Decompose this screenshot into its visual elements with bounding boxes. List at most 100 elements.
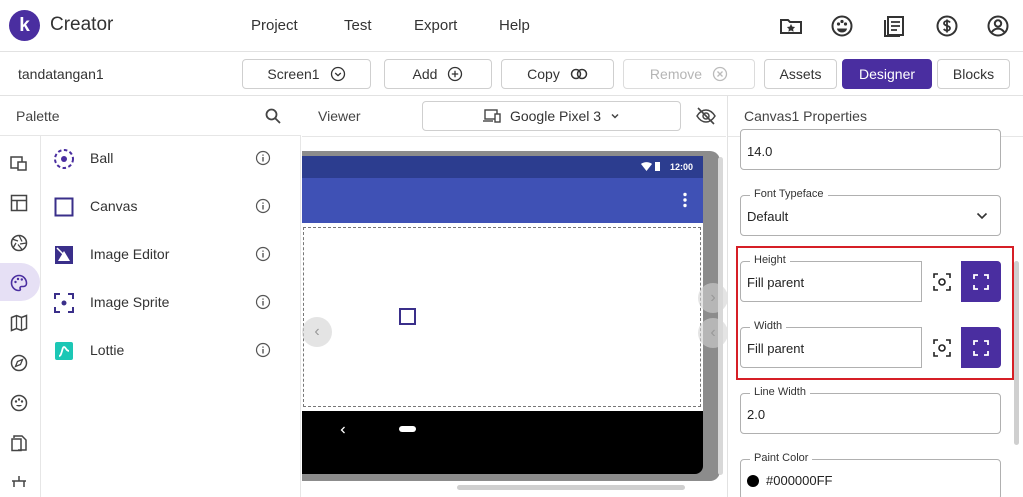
info-icon[interactable]: [255, 150, 271, 166]
width-label: Width: [750, 320, 787, 332]
paint-color-field[interactable]: Paint Color #000000FF: [740, 452, 1001, 497]
canvas-component[interactable]: [303, 227, 701, 407]
properties-body: 14.0 Font Typeface Default Height Fill p…: [728, 129, 1023, 497]
image-editor-icon: [53, 244, 75, 266]
fill-parent-icon: [972, 273, 990, 291]
scroll-left-inner-button[interactable]: ‹: [698, 318, 728, 348]
dollar-icon[interactable]: [934, 13, 960, 39]
fit-content-icon: [932, 338, 951, 357]
project-name: tandatangan1: [18, 66, 104, 82]
chevron-down-icon: [330, 66, 346, 82]
height-value: Fill parent: [747, 275, 805, 290]
app-name: Creator: [50, 14, 114, 35]
line-width-field[interactable]: Line Width 2.0: [740, 386, 1001, 434]
viewer-vertical-scrollbar[interactable]: [718, 157, 723, 475]
viewer-title: Viewer: [318, 108, 361, 124]
width-field[interactable]: Width Fill parent: [740, 320, 1001, 368]
screen-select[interactable]: Screen1: [242, 59, 371, 89]
palette-item-canvas[interactable]: Canvas: [41, 184, 300, 232]
palette-item-ball[interactable]: Ball: [41, 136, 300, 184]
gallery-icon[interactable]: [829, 13, 855, 39]
sensors-icon[interactable]: [9, 353, 29, 373]
copy-icon: [570, 66, 588, 82]
scroll-right-button[interactable]: ›: [698, 283, 728, 313]
designer-button[interactable]: Designer: [842, 59, 932, 89]
device-select[interactable]: Google Pixel 3: [422, 101, 681, 131]
chevron-left-icon: ‹: [314, 323, 320, 340]
wifi-battery-icon: [640, 161, 662, 172]
font-typeface-select[interactable]: Font Typeface Default: [740, 188, 1001, 236]
project-toolbar: tandatangan1 Screen1 Add Copy Remove Ass…: [0, 52, 1023, 96]
nav-back-icon: [339, 425, 347, 435]
info-icon[interactable]: [255, 246, 271, 262]
height-field[interactable]: Height Fill parent: [740, 254, 1001, 302]
font-size-field[interactable]: 14.0: [740, 129, 1001, 170]
copy-screen-button[interactable]: Copy: [501, 59, 614, 89]
chevron-down-icon: [609, 110, 621, 122]
overflow-menu-icon: [683, 192, 687, 208]
paint-color-swatch: [747, 475, 759, 487]
chevron-right-icon: ›: [710, 289, 716, 306]
assets-button[interactable]: Assets: [764, 59, 837, 89]
connectivity-icon[interactable]: [9, 473, 29, 493]
menu-export[interactable]: Export: [414, 17, 457, 34]
device-select-label: Google Pixel 3: [509, 108, 602, 124]
user-interface-icon[interactable]: [9, 153, 29, 173]
info-icon[interactable]: [255, 294, 271, 310]
remove-screen-button[interactable]: Remove: [623, 59, 755, 89]
palette-title: Palette: [16, 108, 60, 124]
search-icon[interactable]: [264, 107, 282, 125]
add-screen-button[interactable]: Add: [384, 59, 492, 89]
info-icon[interactable]: [255, 198, 271, 214]
fit-content-icon: [932, 272, 951, 291]
app-logo[interactable]: k: [9, 10, 40, 41]
scroll-left-button[interactable]: ‹: [302, 317, 332, 347]
image-sprite-icon: [53, 292, 75, 314]
viewer-panel: Viewer Google Pixel 3 12:00 ‹ › ‹: [302, 96, 728, 497]
info-icon[interactable]: [255, 342, 271, 358]
properties-panel: Canvas1 Properties 14.0 Font Typeface De…: [727, 96, 1023, 497]
phone-nav-bar: [302, 411, 703, 461]
social-icon[interactable]: [9, 393, 29, 413]
properties-scrollbar[interactable]: [1014, 261, 1019, 445]
chevron-down-icon: [975, 210, 989, 222]
height-fill-parent-button[interactable]: [961, 261, 1001, 302]
status-time: 12:00: [669, 162, 693, 172]
add-screen-label: Add: [412, 66, 438, 82]
palette-item-image-editor[interactable]: Image Editor: [41, 232, 300, 280]
phone-frame: 12:00: [302, 151, 720, 481]
layout-icon[interactable]: [9, 193, 29, 213]
width-fill-parent-button[interactable]: [961, 327, 1001, 368]
menu-test[interactable]: Test: [344, 17, 372, 34]
paint-color-label: Paint Color: [750, 452, 813, 464]
properties-title: Canvas1 Properties: [744, 108, 867, 124]
palette-item-image-sprite[interactable]: Image Sprite: [41, 280, 300, 328]
storage-icon[interactable]: [9, 433, 29, 453]
menu-help[interactable]: Help: [499, 17, 530, 34]
width-automatic-button[interactable]: [921, 327, 961, 368]
add-icon: [447, 66, 463, 82]
remove-screen-label: Remove: [649, 66, 703, 82]
drawing-animation-icon[interactable]: [9, 273, 29, 293]
line-width-value: 2.0: [747, 407, 766, 422]
font-typeface-label: Font Typeface: [750, 188, 828, 200]
hide-viewer-icon[interactable]: [695, 106, 717, 126]
palette-header: Palette: [0, 96, 301, 136]
palette-category-rail: [0, 136, 41, 497]
viewer-horizontal-scrollbar[interactable]: [457, 485, 685, 490]
guide-icon[interactable]: [882, 13, 908, 39]
assets-label: Assets: [779, 66, 822, 82]
folder-star-icon[interactable]: [778, 13, 804, 39]
blocks-button[interactable]: Blocks: [937, 59, 1010, 89]
media-icon[interactable]: [9, 233, 29, 253]
font-size-value: 14.0: [747, 144, 773, 159]
blocks-label: Blocks: [952, 66, 995, 82]
maps-icon[interactable]: [9, 313, 29, 333]
height-automatic-button[interactable]: [921, 261, 961, 302]
palette-item-lottie[interactable]: Lottie: [41, 328, 300, 376]
menu-project[interactable]: Project: [251, 17, 298, 34]
nav-home-pill: [399, 426, 416, 432]
viewer-canvas: 12:00 ‹ › ‹: [302, 136, 728, 497]
devices-icon: [482, 108, 502, 124]
account-icon[interactable]: [985, 13, 1011, 39]
